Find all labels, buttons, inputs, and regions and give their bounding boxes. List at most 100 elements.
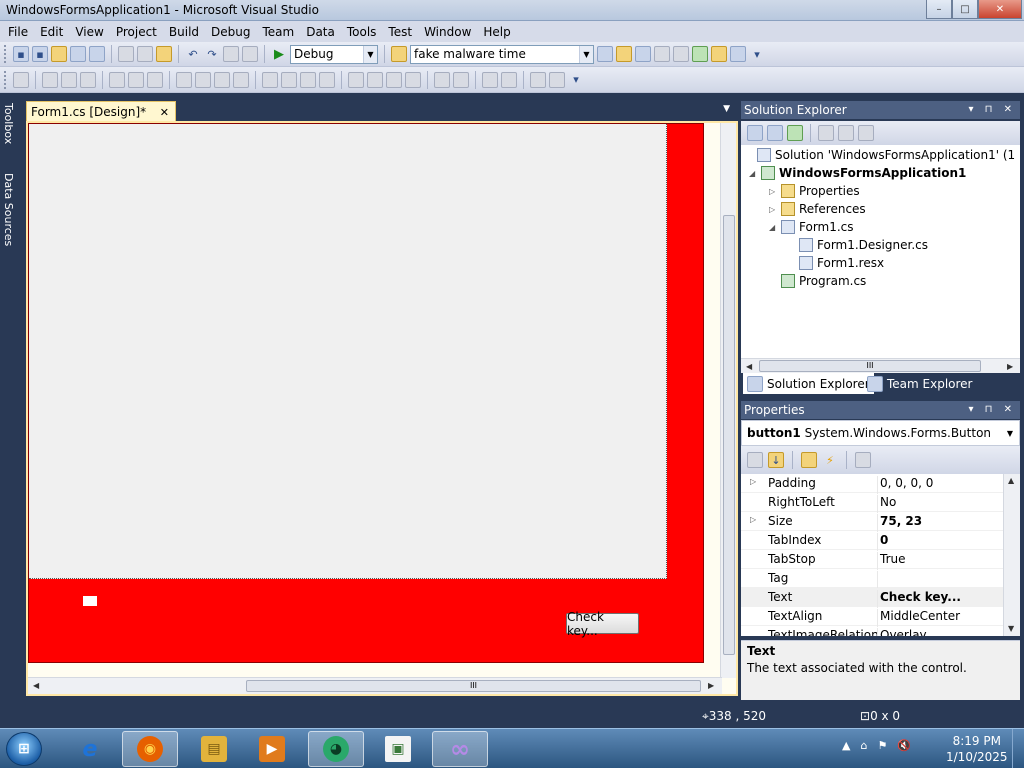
expand-icon[interactable]: ▷ xyxy=(750,477,756,486)
send-to-back-icon[interactable] xyxy=(501,71,517,88)
action-center-flag-icon[interactable]: ⚑ xyxy=(877,739,887,752)
events-lightning-icon[interactable]: ⚡ xyxy=(822,452,838,468)
lock-controls-icon[interactable] xyxy=(549,71,565,88)
property-value[interactable]: Overlay xyxy=(877,628,1003,636)
pane-buttons[interactable]: ▾ ⊓ ✕ xyxy=(968,101,1016,119)
paste-icon[interactable] xyxy=(156,46,172,62)
show-all-files-icon[interactable] xyxy=(767,125,783,141)
play-icon[interactable]: ▶ xyxy=(271,46,287,62)
taskbar-app-green[interactable]: ◕ xyxy=(308,731,364,767)
minimize-button[interactable]: – xyxy=(926,0,952,19)
alphabetical-icon[interactable]: ↓ xyxy=(768,452,784,468)
properties-view-icon[interactable] xyxy=(801,452,817,468)
close-button[interactable]: ✕ xyxy=(978,0,1022,19)
add-item-icon[interactable]: ▪ xyxy=(32,46,48,62)
align-lefts-icon[interactable] xyxy=(42,71,58,88)
property-row-righttoleft[interactable]: RightToLeft No xyxy=(741,493,1003,513)
property-row-tag[interactable]: Tag xyxy=(741,569,1003,589)
chevron-down-icon[interactable]: ▼ xyxy=(723,104,730,114)
solution-explorer-icon[interactable] xyxy=(597,46,613,62)
menu-help[interactable]: Help xyxy=(477,25,516,39)
menu-edit[interactable]: Edit xyxy=(34,25,69,39)
system-clock[interactable]: 8:19 PM 1/10/2025 xyxy=(946,733,1008,765)
form-surface[interactable]: Check key... xyxy=(28,123,704,663)
scroll-thumb[interactable] xyxy=(723,215,735,655)
network-icon[interactable]: ⌂ xyxy=(860,739,867,752)
property-value[interactable]: No xyxy=(877,495,1003,513)
menu-tools[interactable]: Tools xyxy=(341,25,383,39)
property-pages-icon[interactable] xyxy=(855,452,871,468)
scroll-left-icon[interactable]: ◀ xyxy=(746,362,752,371)
maximize-button[interactable]: □ xyxy=(952,0,978,19)
make-same-height-icon[interactable] xyxy=(214,71,230,88)
property-value[interactable]: 0 xyxy=(877,533,1003,551)
class-diagram-icon[interactable] xyxy=(858,125,874,141)
bring-to-front-icon[interactable] xyxy=(482,71,498,88)
center-horizontally-icon[interactable] xyxy=(434,71,450,88)
property-value[interactable]: True xyxy=(877,552,1003,570)
taskbar-media-player[interactable]: ▶ xyxy=(244,731,300,767)
new-project-icon[interactable]: ▪ xyxy=(13,46,29,62)
show-desktop-button[interactable] xyxy=(1012,729,1024,768)
scroll-right-icon[interactable]: ▶ xyxy=(708,681,714,690)
expand-icon[interactable]: ▷ xyxy=(750,515,756,524)
size-to-grid-icon[interactable] xyxy=(195,71,211,88)
solution-explorer-horizontal-scrollbar[interactable]: ◀ III ▶ xyxy=(741,358,1020,373)
property-row-text[interactable]: Text Check key... xyxy=(741,588,1003,608)
menu-window[interactable]: Window xyxy=(418,25,477,39)
check-key-button[interactable]: Check key... xyxy=(566,610,639,638)
small-control[interactable] xyxy=(83,596,97,606)
make-same-width-icon[interactable] xyxy=(176,71,192,88)
configuration-select[interactable]: Debug ▼ xyxy=(290,44,378,64)
property-value[interactable]: Check key... xyxy=(877,590,1003,608)
data-sources-tab[interactable]: Data Sources xyxy=(2,173,15,246)
increase-vertical-spacing-icon[interactable] xyxy=(367,71,383,88)
property-row-size[interactable]: ▷ Size 75, 23 xyxy=(741,512,1003,532)
menu-project[interactable]: Project xyxy=(110,25,163,39)
scroll-up-icon[interactable]: ▲ xyxy=(1008,476,1014,485)
menu-test[interactable]: Test xyxy=(382,25,418,39)
align-centers-icon[interactable] xyxy=(61,71,77,88)
chevron-down-icon[interactable]: ▼ xyxy=(363,45,377,63)
property-value[interactable] xyxy=(877,571,1003,589)
remove-horizontal-spacing-icon[interactable] xyxy=(319,71,335,88)
align-rights-icon[interactable] xyxy=(80,71,96,88)
tab-form1-design[interactable]: Form1.cs [Design]* ✕ xyxy=(26,101,176,122)
align-middles-icon[interactable] xyxy=(128,71,144,88)
view-code-icon[interactable] xyxy=(818,125,834,141)
toolbar-grip[interactable] xyxy=(4,70,7,89)
scroll-thumb[interactable]: III xyxy=(246,680,701,692)
categorized-icon[interactable] xyxy=(747,452,763,468)
refresh-icon[interactable] xyxy=(787,125,803,141)
copy-icon[interactable] xyxy=(137,46,153,62)
close-icon[interactable]: ✕ xyxy=(160,106,169,119)
expand-icon[interactable]: ▷ xyxy=(769,205,781,214)
scroll-left-icon[interactable]: ◀ xyxy=(33,681,39,690)
property-row-tabstop[interactable]: TabStop True xyxy=(741,550,1003,570)
vertical-spacing-equal-icon[interactable] xyxy=(348,71,364,88)
navigate-forward-icon[interactable] xyxy=(242,46,258,62)
align-tops-icon[interactable] xyxy=(109,71,125,88)
tree-item-form1-designer[interactable]: Form1.Designer.cs xyxy=(799,236,928,254)
property-grid-scrollbar[interactable]: ▲ ▼ xyxy=(1003,474,1020,636)
find-combo[interactable]: fake malware time ▼ xyxy=(410,44,594,64)
align-to-grid-icon[interactable] xyxy=(13,71,29,88)
volume-muted-icon[interactable]: 🔇 xyxy=(897,739,911,752)
center-vertically-icon[interactable] xyxy=(453,71,469,88)
tree-item-project[interactable]: ◢ WindowsFormsApplication1 xyxy=(749,164,966,182)
collapse-icon[interactable]: ◢ xyxy=(769,223,781,232)
extension-manager-icon[interactable] xyxy=(711,46,727,62)
chevron-down-icon[interactable]: ▾ xyxy=(749,46,765,62)
navigate-back-icon[interactable] xyxy=(223,46,239,62)
scroll-thumb[interactable]: III xyxy=(759,360,981,372)
property-row-tabindex[interactable]: TabIndex 0 xyxy=(741,531,1003,551)
remove-vertical-spacing-icon[interactable] xyxy=(405,71,421,88)
undo-icon[interactable]: ↶ xyxy=(185,46,201,62)
scroll-right-icon[interactable]: ▶ xyxy=(1007,362,1013,371)
view-designer-icon[interactable] xyxy=(838,125,854,141)
chevron-down-icon[interactable]: ▼ xyxy=(1007,429,1013,438)
redo-icon[interactable]: ↷ xyxy=(204,46,220,62)
properties-icon[interactable] xyxy=(616,46,632,62)
tree-item-program[interactable]: Program.cs xyxy=(781,272,866,290)
chevron-down-icon[interactable]: ▾ xyxy=(568,72,584,88)
